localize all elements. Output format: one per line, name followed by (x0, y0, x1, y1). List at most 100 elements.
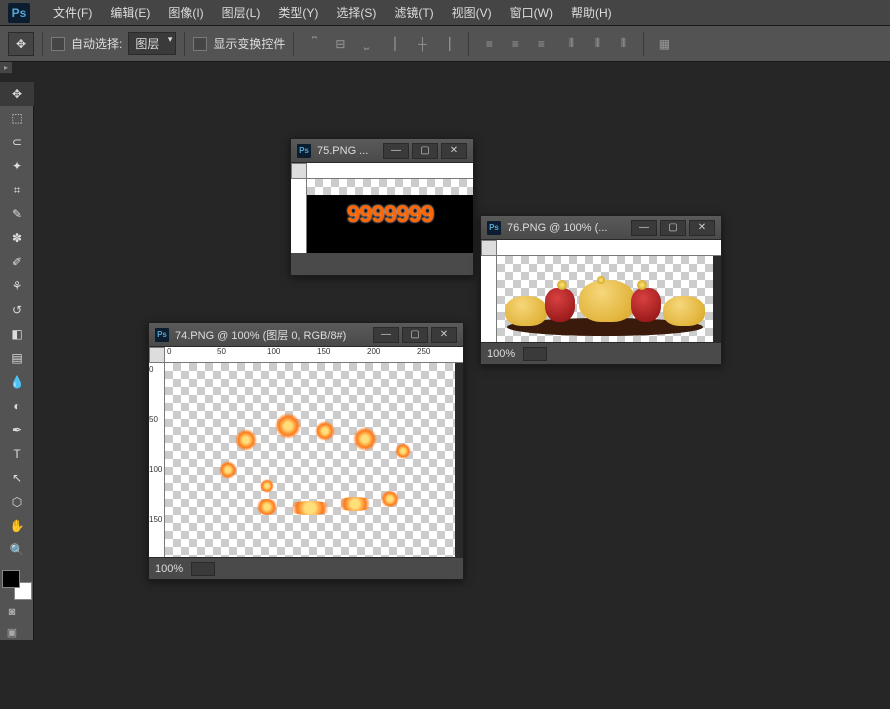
tool-type[interactable]: T (0, 442, 34, 466)
canvas[interactable] (165, 363, 455, 557)
tool-path[interactable]: ↖ (0, 466, 34, 490)
toolbox: ✥ ⬚ ⊂ ✦ ⌗ ✎ ✽ ✐ ⚘ ↺ ◧ ▤ 💧 ◐ ✒ T ↖ ⬡ ✋ 🔍 … (0, 82, 34, 640)
status-bar: 100% (481, 342, 721, 364)
tool-eraser[interactable]: ◧ (0, 322, 34, 346)
foreground-color[interactable] (2, 570, 20, 588)
ruler-vertical[interactable]: 0 50 100 150 (149, 363, 165, 557)
doc-window-75[interactable]: Ps 75.PNG ... — ▢ ✕ 9999999 (290, 138, 474, 276)
status-bar: 100% (149, 557, 463, 579)
distribute-vcenter-icon[interactable]: ≡ (503, 33, 527, 55)
ruler-tick: 0 (167, 347, 171, 356)
close-button[interactable]: ✕ (441, 143, 467, 159)
canvas[interactable]: 9999999 (307, 179, 473, 253)
ruler-tick: 0 (149, 365, 153, 374)
titlebar[interactable]: Ps 76.PNG @ 100% (... — ▢ ✕ (481, 216, 721, 240)
ruler-corner (481, 240, 497, 256)
tool-lasso[interactable]: ⊂ (0, 130, 34, 154)
titlebar[interactable]: Ps 74.PNG @ 100% (图层 0, RGB/8#) — ▢ ✕ (149, 323, 463, 347)
separator (42, 32, 43, 56)
menu-filter[interactable]: 滤镜(T) (385, 4, 442, 21)
tool-shape[interactable]: ⬡ (0, 490, 34, 514)
tool-dodge[interactable]: ◐ (0, 394, 34, 418)
menu-layer[interactable]: 图层(L) (213, 4, 270, 21)
quickmask-toggle[interactable]: ◙ (4, 604, 20, 620)
tool-zoom[interactable]: 🔍 (0, 538, 34, 562)
canvas[interactable] (497, 256, 713, 342)
zoom-level[interactable]: 100% (487, 348, 515, 360)
current-tool-icon[interactable]: ✥ (8, 32, 34, 56)
menu-view[interactable]: 视图(V) (443, 4, 501, 21)
auto-select-dropdown[interactable]: 图层 (128, 32, 176, 55)
ruler-horizontal[interactable] (497, 240, 721, 256)
maximize-button[interactable]: ▢ (660, 220, 686, 236)
distribute-bottom-icon[interactable]: ≡ (529, 33, 553, 55)
close-button[interactable]: ✕ (689, 220, 715, 236)
ruler-vertical[interactable] (481, 256, 497, 342)
tool-gradient[interactable]: ▤ (0, 346, 34, 370)
menu-window[interactable]: 窗口(W) (501, 4, 562, 21)
separator (468, 32, 469, 56)
zoom-level[interactable]: 100% (155, 563, 183, 575)
align-top-icon[interactable]: ⎴ (302, 33, 326, 55)
tool-blur[interactable]: 💧 (0, 370, 34, 394)
distribute-group-2: ⦀ ⦀ ⦀ (559, 33, 635, 55)
distribute-right-icon[interactable]: ⦀ (611, 33, 635, 55)
align-bottom-icon[interactable]: ⎵ (354, 33, 378, 55)
tool-marquee[interactable]: ⬚ (0, 106, 34, 130)
screenmode-toggle[interactable]: ▣ (4, 624, 20, 640)
menu-image[interactable]: 图像(I) (159, 4, 212, 21)
align-hcenter-icon[interactable]: ┼ (410, 33, 434, 55)
minimize-button[interactable]: — (631, 220, 657, 236)
distribute-top-icon[interactable]: ≡ (477, 33, 501, 55)
menu-select[interactable]: 选择(S) (327, 4, 385, 21)
tool-move[interactable]: ✥ (0, 82, 34, 106)
ruler-corner (291, 163, 307, 179)
image-text-9999999: 9999999 (307, 201, 473, 229)
distribute-hcenter-icon[interactable]: ⦀ (585, 33, 609, 55)
tool-eyedropper[interactable]: ✎ (0, 202, 34, 226)
menu-type[interactable]: 类型(Y) (269, 4, 327, 21)
status-icon[interactable] (191, 562, 215, 576)
arrange-icon[interactable]: ▦ (652, 33, 676, 55)
show-transform-checkbox[interactable] (193, 37, 207, 51)
tool-stamp[interactable]: ⚘ (0, 274, 34, 298)
status-icon[interactable] (523, 347, 547, 361)
close-button[interactable]: ✕ (431, 327, 457, 343)
maximize-button[interactable]: ▢ (412, 143, 438, 159)
canvas-area[interactable] (165, 363, 463, 557)
tool-healing[interactable]: ✽ (0, 226, 34, 250)
align-vcenter-icon[interactable]: ⊟ (328, 33, 352, 55)
align-right-icon[interactable]: ⎥ (436, 33, 460, 55)
options-bar: ✥ 自动选择: 图层 显示变换控件 ⎴ ⊟ ⎵ ⎢ ┼ ⎥ ≡ ≡ ≡ ⦀ ⦀ … (0, 26, 890, 62)
menu-file[interactable]: 文件(F) (44, 4, 101, 21)
tool-pen[interactable]: ✒ (0, 418, 34, 442)
auto-select-checkbox[interactable] (51, 37, 65, 51)
ruler-vertical[interactable] (291, 179, 307, 253)
titlebar[interactable]: Ps 75.PNG ... — ▢ ✕ (291, 139, 473, 163)
ps-file-icon: Ps (297, 144, 311, 158)
doc-window-76[interactable]: Ps 76.PNG @ 100% (... — ▢ ✕ 100% (480, 215, 722, 365)
align-left-icon[interactable]: ⎢ (384, 33, 408, 55)
menu-help[interactable]: 帮助(H) (562, 4, 621, 21)
canvas-area[interactable] (497, 256, 721, 342)
separator (643, 32, 644, 56)
tool-history-brush[interactable]: ↺ (0, 298, 34, 322)
tool-crop[interactable]: ⌗ (0, 178, 34, 202)
canvas-area[interactable]: 9999999 (307, 179, 473, 253)
ruler-tick: 100 (267, 347, 280, 356)
show-transform-label: 显示变换控件 (213, 35, 285, 52)
tool-hand[interactable]: ✋ (0, 514, 34, 538)
panel-collapse-toggle[interactable]: ▸ (0, 62, 12, 74)
ruler-corner (149, 347, 165, 363)
distribute-left-icon[interactable]: ⦀ (559, 33, 583, 55)
doc-window-74[interactable]: Ps 74.PNG @ 100% (图层 0, RGB/8#) — ▢ ✕ 0 … (148, 322, 464, 580)
ruler-horizontal[interactable] (307, 163, 473, 179)
color-swatches[interactable] (2, 570, 32, 600)
tool-wand[interactable]: ✦ (0, 154, 34, 178)
menu-edit[interactable]: 编辑(E) (101, 4, 159, 21)
ruler-horizontal[interactable]: 0 50 100 150 200 250 (165, 347, 463, 363)
minimize-button[interactable]: — (373, 327, 399, 343)
minimize-button[interactable]: — (383, 143, 409, 159)
maximize-button[interactable]: ▢ (402, 327, 428, 343)
tool-brush[interactable]: ✐ (0, 250, 34, 274)
